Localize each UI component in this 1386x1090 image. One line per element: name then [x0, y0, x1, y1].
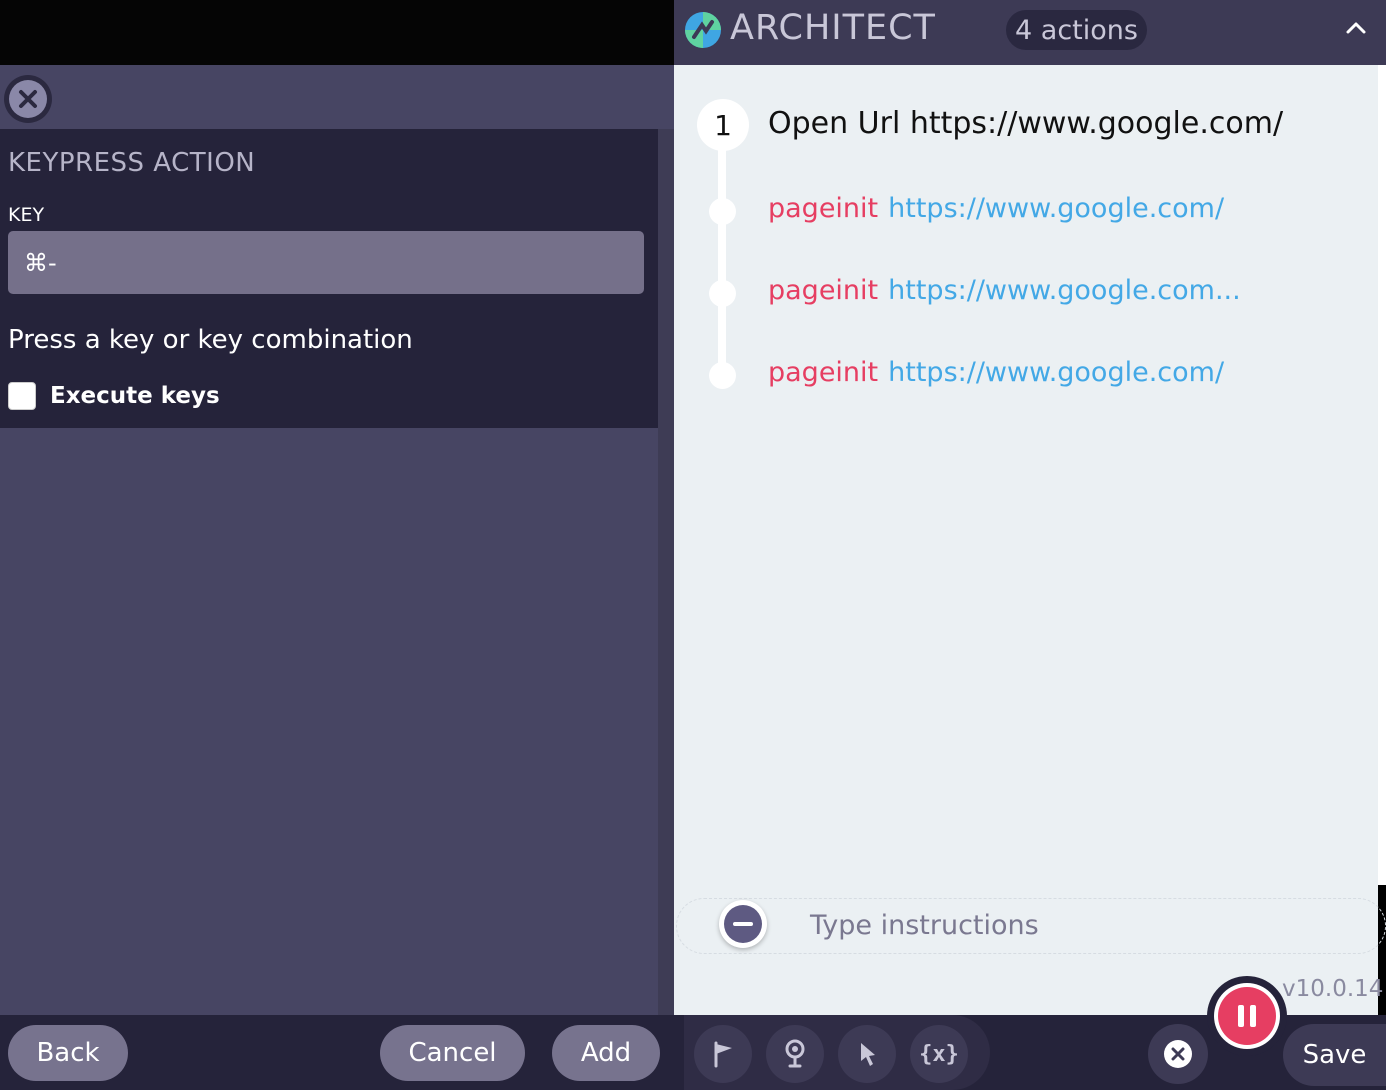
pause-recording-button[interactable] [1207, 976, 1287, 1056]
variable-icon: {x} [919, 1041, 959, 1067]
execute-keys-label: Execute keys [50, 383, 220, 409]
flag-tool-button[interactable] [694, 1025, 752, 1083]
brand-name: ARCHITECT [730, 8, 936, 48]
key-input-value: ⌘- [24, 248, 57, 277]
close-icon [1164, 1040, 1192, 1068]
event-type: pageinit [768, 275, 879, 306]
pointer-icon [861, 1043, 875, 1066]
chevron-up-icon[interactable] [1342, 14, 1370, 42]
left-scrollbar[interactable] [658, 129, 674, 1015]
event-type: pageinit [768, 193, 879, 224]
key-input[interactable]: ⌘- [8, 231, 644, 294]
architect-logo-icon [685, 12, 721, 48]
timeline-dot [709, 362, 736, 389]
close-icon [9, 80, 47, 118]
click-tool-button[interactable] [838, 1025, 896, 1083]
event-row[interactable]: pageinit https://www.google.com/ [768, 193, 1224, 224]
version-label: v10.0.14 [1282, 976, 1384, 1002]
step-timeline-line [718, 130, 726, 378]
discard-button[interactable] [1148, 1024, 1208, 1084]
cancel-button[interactable]: Cancel [380, 1025, 525, 1081]
add-button[interactable]: Add [552, 1025, 660, 1081]
collapse-button[interactable] [719, 900, 767, 948]
assert-tool-button[interactable] [766, 1025, 824, 1083]
timeline-dot [709, 280, 736, 307]
app-root: KEYPRESS ACTION KEY ⌘- Press a key or ke… [0, 0, 1386, 1090]
key-label: KEY [8, 204, 45, 226]
event-type: pageinit [768, 357, 879, 388]
event-url: https://www.google.com/ [888, 193, 1225, 224]
save-button[interactable]: Save [1283, 1024, 1386, 1086]
minus-icon [724, 905, 762, 943]
left-top-bar [0, 0, 674, 65]
execute-keys-checkbox[interactable] [8, 382, 36, 410]
event-row[interactable]: pageinit https://www.google.com/ [768, 357, 1224, 388]
flag-icon [714, 1041, 732, 1068]
step-title[interactable]: Open Url https://www.google.com/ [768, 106, 1283, 141]
instructions-placeholder: Type instructions [810, 910, 1039, 941]
actions-count-badge[interactable]: 4 actions [1006, 10, 1147, 50]
back-button[interactable]: Back [8, 1025, 128, 1081]
event-row[interactable]: pageinit https://www.google.com... [768, 275, 1241, 306]
eye-check-icon [785, 1039, 805, 1068]
step-number: 1 [697, 99, 749, 151]
close-editor-button[interactable] [4, 75, 52, 123]
action-list-scrollbar[interactable] [1378, 65, 1386, 885]
timeline-dot [709, 198, 736, 225]
key-hint: Press a key or key combination [8, 325, 413, 355]
pause-icon [1218, 987, 1276, 1045]
event-url: https://www.google.com... [888, 275, 1241, 306]
form-title: KEYPRESS ACTION [8, 148, 256, 178]
event-url: https://www.google.com/ [888, 357, 1225, 388]
execute-keys-row[interactable]: Execute keys [8, 382, 220, 410]
variable-tool-button[interactable]: {x} [910, 1025, 968, 1083]
